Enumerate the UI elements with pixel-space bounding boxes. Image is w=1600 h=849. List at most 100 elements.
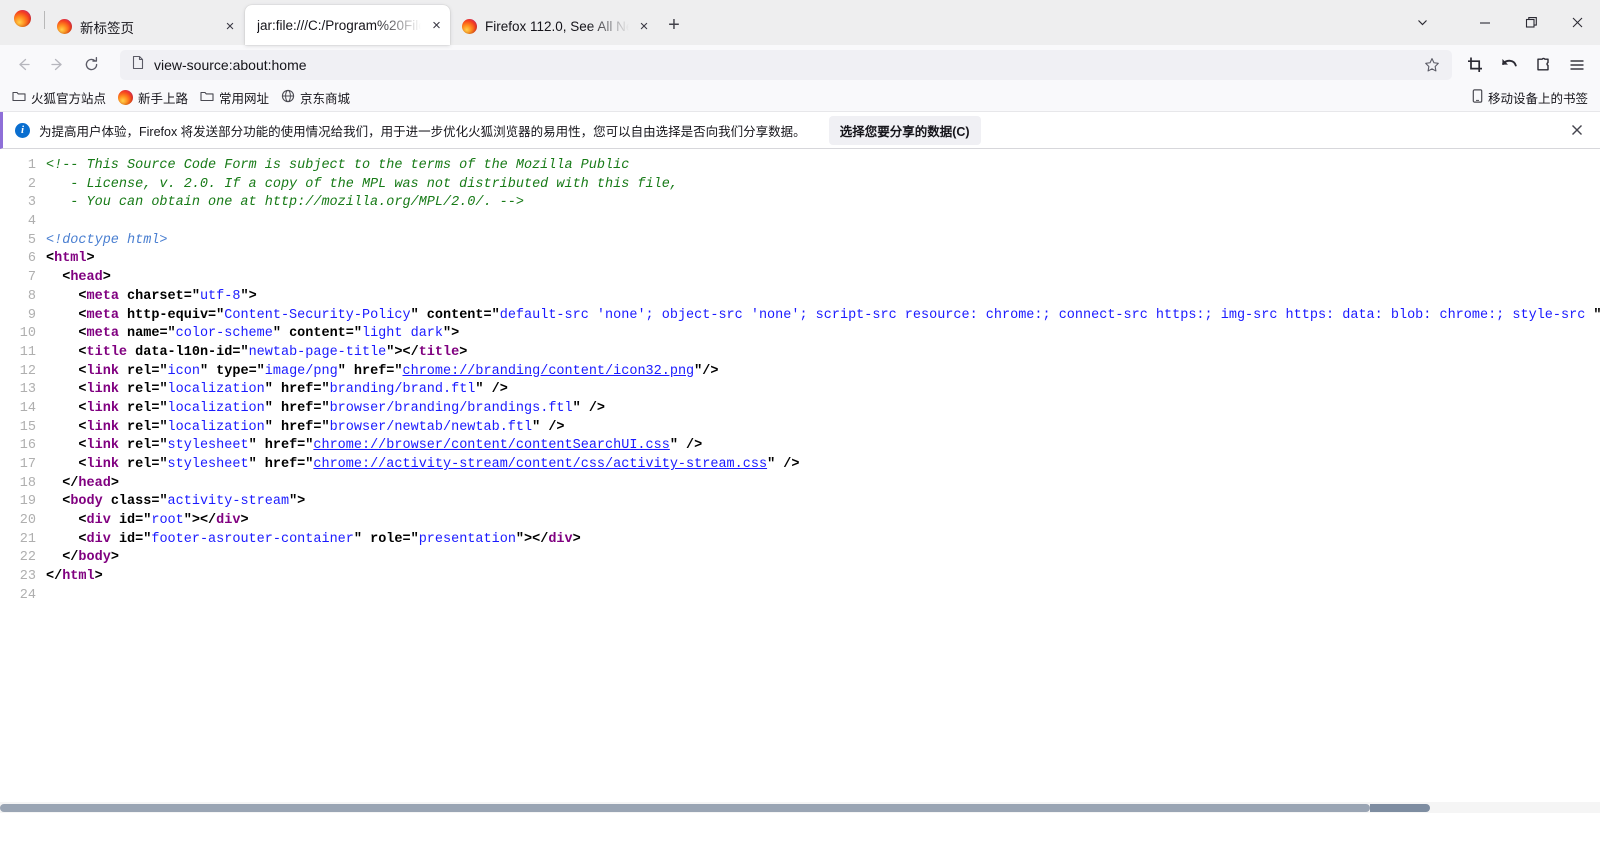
extensions-puzzle-icon[interactable] [1526, 49, 1560, 80]
bookmark-label: 新手上路 [138, 88, 188, 107]
reload-icon[interactable] [74, 49, 108, 80]
source-token [119, 326, 127, 341]
source-token: content [289, 326, 346, 341]
new-tab-button[interactable]: + [657, 8, 691, 42]
source-token [46, 420, 78, 435]
source-token: utf-8 [200, 289, 241, 304]
source-token: light dark [362, 326, 443, 341]
line-number: 8 [0, 288, 36, 307]
source-line: 4 [0, 213, 1600, 232]
forward-arrow-icon[interactable] [40, 49, 74, 80]
source-token: icon [168, 364, 200, 379]
notification-close-icon[interactable] [1564, 117, 1590, 143]
tab-close-icon[interactable]: × [221, 18, 239, 36]
source-token: rel [127, 382, 151, 397]
url-text[interactable]: view-source:about:home [154, 57, 1409, 73]
source-link[interactable]: chrome://branding/content/icon32.png [403, 364, 695, 379]
tab-close-icon[interactable]: × [637, 18, 651, 36]
source-token [46, 345, 78, 360]
line-number: 2 [0, 176, 36, 195]
source-token: title [87, 345, 128, 360]
scrollbar-thumb[interactable] [1370, 804, 1430, 812]
source-token [103, 494, 111, 509]
tab-title: 新标签页 [80, 17, 134, 37]
view-source-content[interactable]: 1<!-- This Source Code Form is subject t… [0, 149, 1600, 813]
source-token: < [78, 401, 86, 416]
list-all-tabs-chevron-down-icon[interactable] [1402, 7, 1442, 39]
source-token [119, 382, 127, 397]
source-line: 16 <link rel="stylesheet" href="chrome:/… [0, 437, 1600, 456]
url-bar[interactable]: view-source:about:home [120, 50, 1452, 80]
source-token: rel [127, 401, 151, 416]
tab-jar-file-source[interactable]: jar:file:///C:/Program%20Files/Mo × [245, 5, 450, 45]
source-link[interactable]: chrome://activity-stream/content/css/act… [313, 457, 767, 472]
source-token: body [70, 494, 102, 509]
source-token: > [459, 345, 467, 360]
source-token: < [46, 251, 54, 266]
horizontal-scrollbar[interactable] [0, 802, 1600, 813]
folder-icon [12, 90, 26, 105]
source-token [119, 364, 127, 379]
hamburger-menu-icon[interactable] [1560, 49, 1594, 80]
bookmark-item-getting-started[interactable]: 新手上路 [112, 85, 194, 110]
source-token: type [216, 364, 248, 379]
source-token: " /> [573, 401, 605, 416]
notification-message: 为提高用户体验，Firefox 将发送部分功能的使用情况给我们，用于进一步优化火… [39, 121, 806, 140]
screenshot-icon[interactable] [1458, 49, 1492, 80]
source-token: =" [151, 494, 167, 509]
source-token: href [281, 382, 313, 397]
bookmark-item-common-sites[interactable]: 常用网址 [194, 85, 275, 110]
source-token: =" [313, 420, 329, 435]
source-token: rel [127, 438, 151, 453]
minimize-icon[interactable] [1462, 7, 1508, 39]
source-token: < [78, 364, 86, 379]
info-icon: i [15, 123, 30, 138]
source-token [46, 457, 78, 472]
source-token: localization [168, 420, 265, 435]
firefox-logo-icon [118, 90, 133, 105]
maximize-icon[interactable] [1508, 7, 1554, 39]
line-number: 5 [0, 232, 36, 251]
back-arrow-icon[interactable] [6, 49, 40, 80]
source-token [46, 289, 78, 304]
source-token: > [103, 270, 111, 285]
source-token: < [78, 420, 86, 435]
tab-firefox-release-notes[interactable]: Firefox 112.0, See All New Fea × [450, 8, 657, 45]
source-token: "> [240, 289, 256, 304]
line-number: 24 [0, 587, 36, 606]
bookmark-item-jd-mall[interactable]: 京东商城 [275, 85, 356, 110]
source-token [46, 401, 78, 416]
choose-shared-data-button[interactable]: 选择您要分享的数据(C) [829, 116, 981, 145]
tab-close-icon[interactable]: × [429, 16, 444, 34]
line-number: 9 [0, 307, 36, 326]
source-token: html [54, 251, 86, 266]
undo-arrow-icon[interactable] [1492, 49, 1526, 80]
close-icon[interactable] [1554, 7, 1600, 39]
star-icon[interactable] [1418, 52, 1446, 78]
source-line: 11 <title data-l10n-id="newtab-page-titl… [0, 344, 1600, 363]
tab-new-tab-page[interactable]: 新标签页 × [45, 8, 245, 45]
source-token: newtab-page-title [249, 345, 387, 360]
source-line: 2 - License, v. 2.0. If a copy of the MP… [0, 176, 1600, 195]
source-token: stylesheet [168, 457, 249, 472]
bookmark-item-mobile-bookmarks[interactable]: 移动设备上的书签 [1466, 85, 1594, 110]
source-token: =" [403, 532, 419, 547]
bookmark-item-official-site[interactable]: 火狐官方站点 [6, 85, 112, 110]
source-token: " [411, 308, 427, 323]
source-token: =" [151, 457, 167, 472]
source-token: Content-Security-Policy [224, 308, 410, 323]
line-number: 23 [0, 568, 36, 587]
source-token: <!-- This Source Code Form is subject to… [46, 158, 629, 173]
firefox-logo-icon [14, 10, 31, 27]
source-token: link [87, 438, 119, 453]
source-token: " [265, 401, 281, 416]
source-token: =" [313, 401, 329, 416]
scrollbar-track [0, 804, 1370, 812]
source-token: link [87, 382, 119, 397]
source-token: =" [346, 326, 362, 341]
source-link[interactable]: chrome://browser/content/contentSearchUI… [313, 438, 669, 453]
source-line: 3 - You can obtain one at http://mozilla… [0, 194, 1600, 213]
source-token: image/png [265, 364, 338, 379]
source-token [46, 270, 62, 285]
source-line: 10 <meta name="color-scheme" content="li… [0, 325, 1600, 344]
